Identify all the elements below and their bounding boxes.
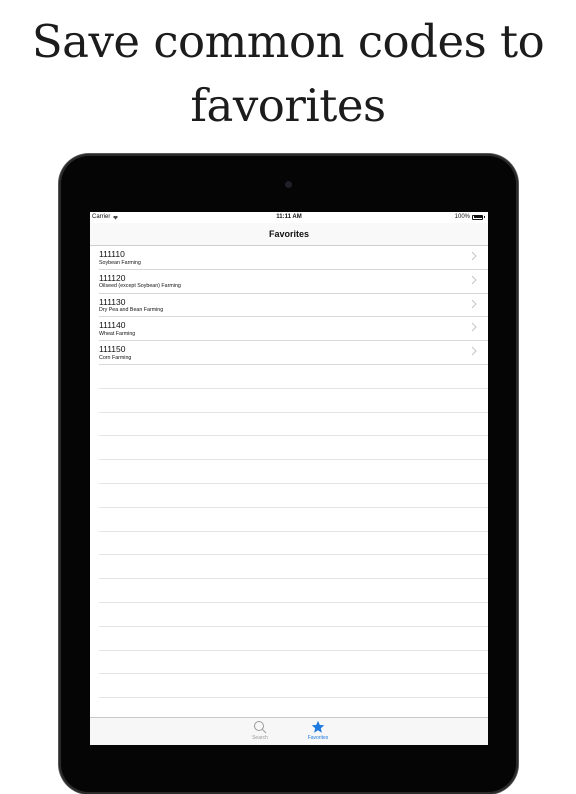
naics-code: 111110 — [99, 249, 125, 259]
empty-row-separator — [99, 508, 488, 532]
naics-code: 111150 — [99, 344, 126, 355]
tab-search[interactable]: Search — [240, 720, 280, 741]
empty-row-separator — [99, 555, 488, 580]
empty-row-separator — [99, 365, 488, 389]
chevron-right-icon — [471, 323, 477, 332]
battery-icon — [472, 214, 483, 220]
headline-line-1: Save common codes to — [31, 15, 545, 68]
naics-description: Corn Farming — [99, 354, 132, 361]
naics-description: Dry Pea and Bean Farming — [99, 307, 164, 314]
front-camera — [285, 181, 292, 188]
status-time: 11:11 AM — [276, 214, 302, 220]
chevron-right-icon — [471, 346, 477, 356]
empty-row-separator — [99, 651, 488, 675]
marketing-headline: Save common codes to favorites — [0, 10, 576, 138]
naics-description: Soybean Farming — [99, 259, 141, 266]
empty-rows — [90, 365, 488, 745]
empty-row-separator — [99, 413, 488, 437]
tab-bar: Search Favorites — [90, 717, 488, 745]
empty-row-separator — [99, 627, 488, 651]
app-screen: Carrier 11:11 AM 100% Favorites 111110 S… — [90, 212, 488, 745]
battery-percent: 100% — [454, 214, 470, 220]
nav-title: Favorites — [268, 229, 310, 239]
list-item[interactable]: 111140 Wheat Farming — [99, 317, 488, 342]
chevron-right-icon — [471, 299, 477, 308]
empty-row-separator — [99, 484, 488, 508]
naics-code: 111120 — [99, 272, 126, 283]
empty-row-separator — [99, 460, 488, 484]
naics-code: 111140 — [99, 320, 126, 331]
empty-row-separator — [99, 579, 488, 603]
naics-description: Wheat Farming — [99, 330, 136, 337]
star-icon — [311, 720, 325, 733]
empty-row-separator — [99, 603, 488, 627]
headline-line-2: favorites — [190, 79, 386, 132]
list-item[interactable]: 111150 Corn Farming — [99, 341, 488, 365]
navigation-bar: Favorites — [90, 223, 488, 246]
naics-code: 111130 — [99, 296, 126, 307]
favorites-list: 111110 Soybean Farming 111120 Oilseed (e… — [90, 246, 488, 745]
list-item[interactable]: 111110 Soybean Farming — [99, 246, 488, 270]
status-bar: Carrier 11:11 AM 100% — [90, 212, 488, 223]
empty-row-separator — [99, 389, 488, 413]
search-icon — [254, 721, 267, 734]
list-item[interactable]: 111120 Oilseed (except Soybean) Farming — [99, 270, 488, 294]
list-item[interactable]: 111130 Dry Pea and Bean Farming — [99, 294, 488, 318]
naics-description: Oilseed (except Soybean) Farming — [99, 283, 181, 290]
tab-favorites[interactable]: Favorites — [298, 720, 338, 741]
tab-search-label: Search — [252, 735, 268, 741]
chevron-right-icon — [471, 275, 477, 285]
tab-favorites-label: Favorites — [307, 735, 329, 741]
empty-row-separator — [99, 674, 488, 699]
empty-row-separator — [99, 532, 488, 556]
empty-row-separator — [99, 436, 488, 461]
chevron-right-icon — [471, 251, 477, 261]
